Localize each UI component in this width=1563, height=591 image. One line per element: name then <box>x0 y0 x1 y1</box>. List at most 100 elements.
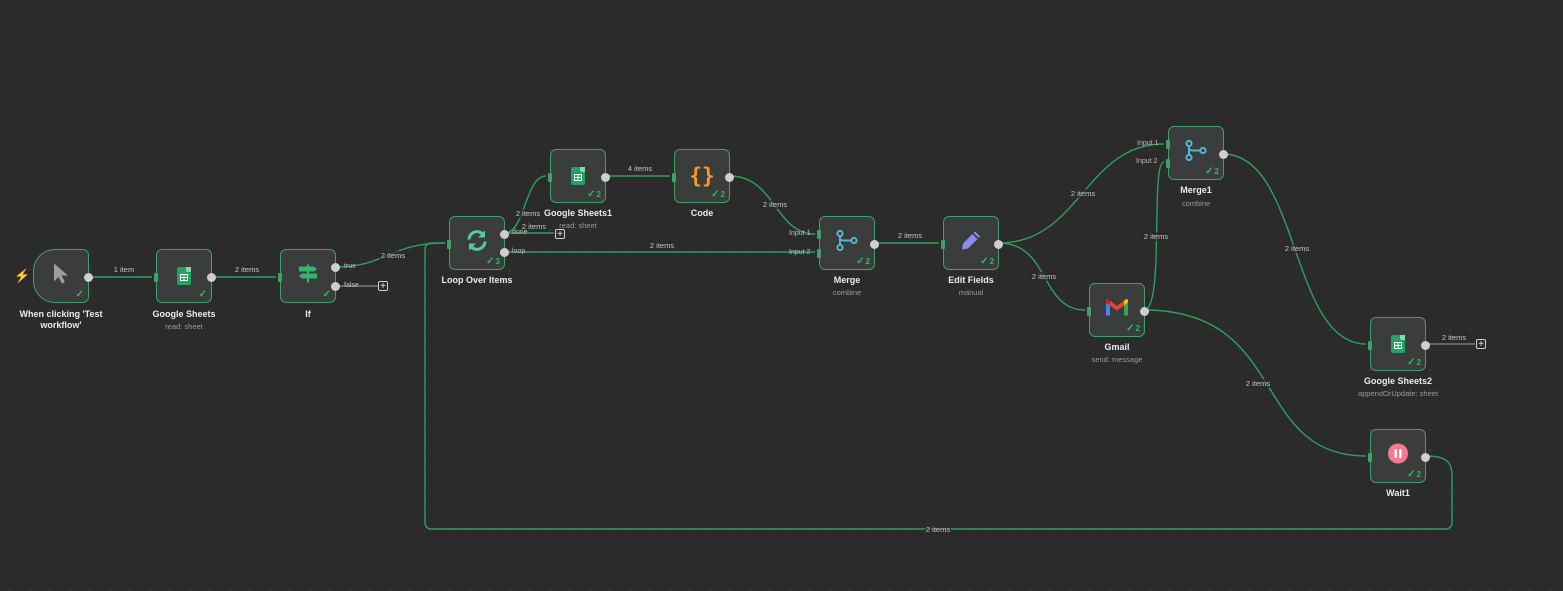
node-google-sheets[interactable]: ✓ <box>154 249 216 303</box>
add-node-button[interactable]: + <box>555 229 565 240</box>
edge-label: 2 items <box>648 241 676 250</box>
success-check-icon: ✓2 <box>1407 469 1421 480</box>
output-port-true[interactable] <box>331 263 340 272</box>
merge-icon <box>1184 139 1208 167</box>
edge-label: 4 items <box>626 164 654 173</box>
node-subtitle: combine <box>1181 199 1211 208</box>
node-title: Merge <box>833 275 861 285</box>
node-manual-trigger[interactable]: ✓ <box>33 249 93 303</box>
node-title: Edit Fields <box>948 275 994 285</box>
input-port[interactable] <box>1368 341 1372 350</box>
add-node-button[interactable]: + <box>378 281 388 292</box>
input-port[interactable] <box>672 173 676 182</box>
output-port[interactable] <box>601 173 610 182</box>
node-gmail[interactable]: ✓2 <box>1087 283 1149 337</box>
edge-label: 2 items <box>924 525 952 534</box>
output-port[interactable] <box>725 173 734 182</box>
node-title: Merge1 <box>1180 185 1212 195</box>
output-port[interactable] <box>1421 453 1430 462</box>
add-node-button[interactable]: + <box>1476 339 1486 350</box>
edge-label: 2 items <box>1030 272 1058 281</box>
output-port[interactable] <box>84 273 93 282</box>
success-check-icon: ✓ <box>198 289 207 300</box>
edge-label: 2 items <box>761 200 789 209</box>
output-port-done[interactable] <box>500 230 509 239</box>
success-check-icon: ✓ <box>75 289 84 300</box>
node-title: Gmail <box>1104 342 1130 352</box>
node-subtitle: manual <box>958 288 984 297</box>
success-check-icon: ✓2 <box>1407 357 1421 368</box>
signpost-icon <box>297 264 319 289</box>
node-edit-fields[interactable]: ✓2 <box>941 216 1003 270</box>
node-title: workflow' <box>40 320 82 330</box>
node-code[interactable]: {} ✓2 <box>672 149 734 203</box>
output-port[interactable] <box>1219 150 1228 159</box>
edge-label: 2 items <box>379 251 407 260</box>
connection-wait1-loop[interactable] <box>424 242 1453 530</box>
success-check-icon: ✓ <box>322 289 331 300</box>
node-title: Wait1 <box>1386 488 1410 498</box>
input-port[interactable] <box>278 273 282 282</box>
edge-label: 2 items <box>1283 244 1311 253</box>
node-loop-over-items[interactable]: ✓3 <box>447 216 509 270</box>
node-subtitle: combine <box>832 288 862 297</box>
output-port[interactable] <box>870 240 879 249</box>
node-title: Code <box>690 208 714 218</box>
input-port[interactable] <box>941 240 945 249</box>
input-port[interactable] <box>447 240 451 249</box>
edge-label: 2 items <box>1440 333 1468 342</box>
success-check-icon: ✓2 <box>1126 323 1140 334</box>
edge-label: 1 item <box>112 265 136 274</box>
output-port[interactable] <box>207 273 216 282</box>
input-label-2: Input 2 <box>789 249 811 256</box>
input-port-1[interactable] <box>1166 140 1170 149</box>
output-port[interactable] <box>1421 341 1430 350</box>
edge-label: 2 items <box>233 265 261 274</box>
success-check-icon: ✓2 <box>1205 166 1219 177</box>
node-title: Google Sheets <box>152 309 216 319</box>
google-sheets-icon <box>177 267 191 285</box>
merge-icon <box>835 229 859 257</box>
pause-icon <box>1387 443 1409 470</box>
cursor-icon <box>52 263 70 290</box>
node-subtitle: send: message <box>1091 355 1143 364</box>
workflow-canvas[interactable]: 1 item 2 items 2 items 2 items 2 items 4… <box>0 0 1563 591</box>
node-merge1[interactable]: ✓2 <box>1166 126 1228 180</box>
success-check-icon: ✓2 <box>856 256 870 267</box>
edge-label: 2 items <box>514 209 542 218</box>
node-google-sheets1[interactable]: ✓2 <box>548 149 610 203</box>
input-port[interactable] <box>1368 453 1372 462</box>
output-port[interactable] <box>994 240 1003 249</box>
node-title: When clicking 'Test <box>19 309 103 319</box>
node-subtitle: read: sheet <box>559 221 597 230</box>
refresh-icon <box>465 229 489 258</box>
input-label-1: Input 1 <box>789 230 811 237</box>
google-sheets-icon <box>1391 335 1405 353</box>
success-check-icon: ✓2 <box>980 256 994 267</box>
braces-icon: {} <box>689 164 715 188</box>
node-title: Google Sheets2 <box>1363 376 1433 386</box>
edge-label: 2 items <box>1244 379 1272 388</box>
google-sheets-icon <box>571 167 585 185</box>
node-wait1[interactable]: ✓2 <box>1368 429 1430 483</box>
input-port-1[interactable] <box>817 230 821 239</box>
input-port[interactable] <box>1087 307 1091 316</box>
input-port-2[interactable] <box>1166 159 1170 168</box>
node-if[interactable]: ✓ <box>278 249 340 303</box>
input-port-2[interactable] <box>817 249 821 258</box>
node-subtitle: read: sheet <box>165 322 203 331</box>
input-port[interactable] <box>548 173 552 182</box>
node-merge[interactable]: ✓2 <box>817 216 879 270</box>
connections-layer <box>89 143 1475 530</box>
node-title: If <box>305 309 311 319</box>
node-title: Loop Over Items <box>441 275 513 285</box>
gmail-icon <box>1105 299 1129 322</box>
success-check-icon: ✓2 <box>711 189 725 200</box>
success-check-icon: ✓3 <box>486 256 500 267</box>
lightning-icon: ⚡ <box>14 268 31 283</box>
output-port-false[interactable] <box>331 282 340 291</box>
output-port[interactable] <box>1140 307 1149 316</box>
output-port-loop[interactable] <box>500 248 509 257</box>
node-google-sheets2[interactable]: ✓2 <box>1368 317 1430 371</box>
input-port[interactable] <box>154 273 158 282</box>
